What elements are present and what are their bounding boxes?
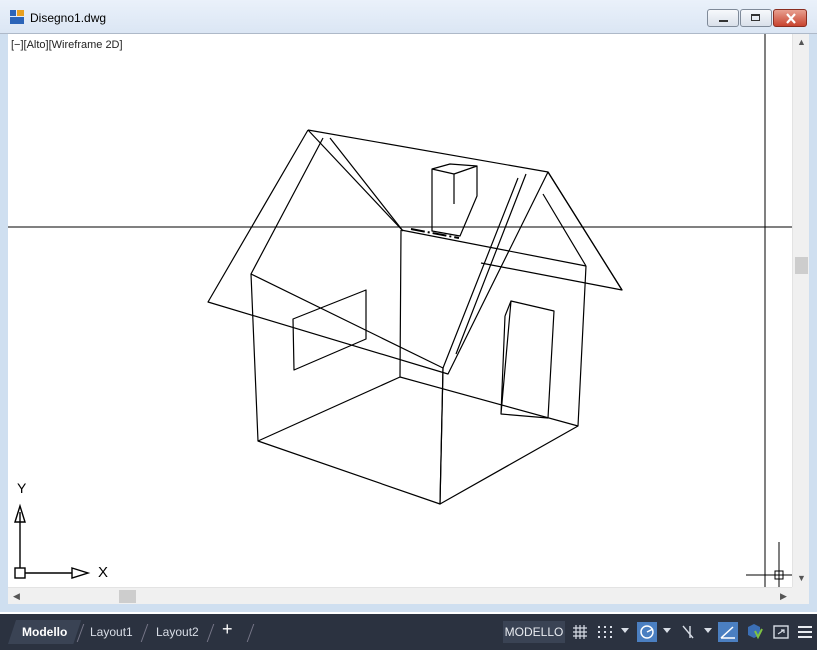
- grid-icon[interactable]: [570, 622, 590, 642]
- ucs-icon: [14, 503, 91, 579]
- roof-left: [207, 129, 549, 375]
- roof-right-slope: [547, 171, 623, 291]
- window-title: Disegno1.dwg: [30, 11, 107, 25]
- wall-left: [250, 273, 444, 505]
- vertical-scrollbar[interactable]: ▲ ▼: [792, 34, 809, 587]
- minimize-button[interactable]: [707, 9, 739, 27]
- snap-dropdown-icon[interactable]: [621, 628, 629, 633]
- status-bar: Modello Layout1 Layout2 + MODELLO: [0, 614, 817, 650]
- scroll-right-button[interactable]: ▶: [775, 588, 792, 605]
- size-grip[interactable]: [792, 587, 809, 604]
- roof-eave: [400, 229, 587, 267]
- ucs-x-label: X: [98, 564, 109, 581]
- chimney: [431, 163, 478, 237]
- door-right: [500, 300, 555, 419]
- window-left: [292, 289, 367, 371]
- polar-tracking-icon[interactable]: [718, 622, 738, 642]
- roof-peak-left: [307, 129, 404, 232]
- horizontal-scrollbar[interactable]: ◀ ▶: [8, 587, 792, 604]
- close-icon: [786, 13, 796, 24]
- close-button[interactable]: [773, 9, 807, 27]
- vertical-scroll-thumb[interactable]: [795, 257, 808, 274]
- title-bar: Disegno1.dwg: [0, 0, 817, 34]
- isodraft-icon[interactable]: [744, 622, 764, 642]
- ucs-y-label: Y: [17, 480, 27, 496]
- window-frame-right: [809, 34, 817, 612]
- menu-icon[interactable]: [795, 622, 815, 642]
- tab-divider: [140, 624, 149, 642]
- model-space-button[interactable]: MODELLO: [503, 621, 565, 643]
- ortho-icon[interactable]: [678, 622, 698, 642]
- scroll-left-button[interactable]: ◀: [8, 588, 25, 605]
- wall-back-edges: [257, 229, 579, 442]
- roof-ridge: [307, 129, 623, 291]
- tab-divider: [246, 624, 255, 642]
- dynamic-input-dropdown-icon[interactable]: [663, 628, 671, 633]
- tab-layout1[interactable]: Layout1: [90, 622, 133, 642]
- snap-icon[interactable]: [595, 622, 615, 642]
- maximize-button[interactable]: [740, 9, 772, 27]
- tab-model[interactable]: Modello: [8, 620, 81, 644]
- house-wireframe-drawing: [8, 34, 792, 587]
- horizontal-scroll-thumb[interactable]: [119, 590, 136, 603]
- ortho-dropdown-icon[interactable]: [704, 628, 712, 633]
- dwg-file-icon: [10, 10, 24, 24]
- add-layout-button[interactable]: +: [222, 619, 233, 640]
- roof-right-inner: [442, 173, 587, 369]
- scroll-down-button[interactable]: ▼: [793, 570, 810, 587]
- scroll-up-button[interactable]: ▲: [793, 34, 810, 51]
- window-frame-bottom: [0, 604, 817, 612]
- window-frame-left: [0, 34, 8, 612]
- fullscreen-icon[interactable]: [771, 622, 791, 642]
- drawing-viewport[interactable]: [−][Alto][Wireframe 2D] Y X: [8, 34, 792, 587]
- tab-layout2[interactable]: Layout2: [156, 622, 199, 642]
- dynamic-input-icon[interactable]: [637, 622, 657, 642]
- tab-divider: [206, 624, 215, 642]
